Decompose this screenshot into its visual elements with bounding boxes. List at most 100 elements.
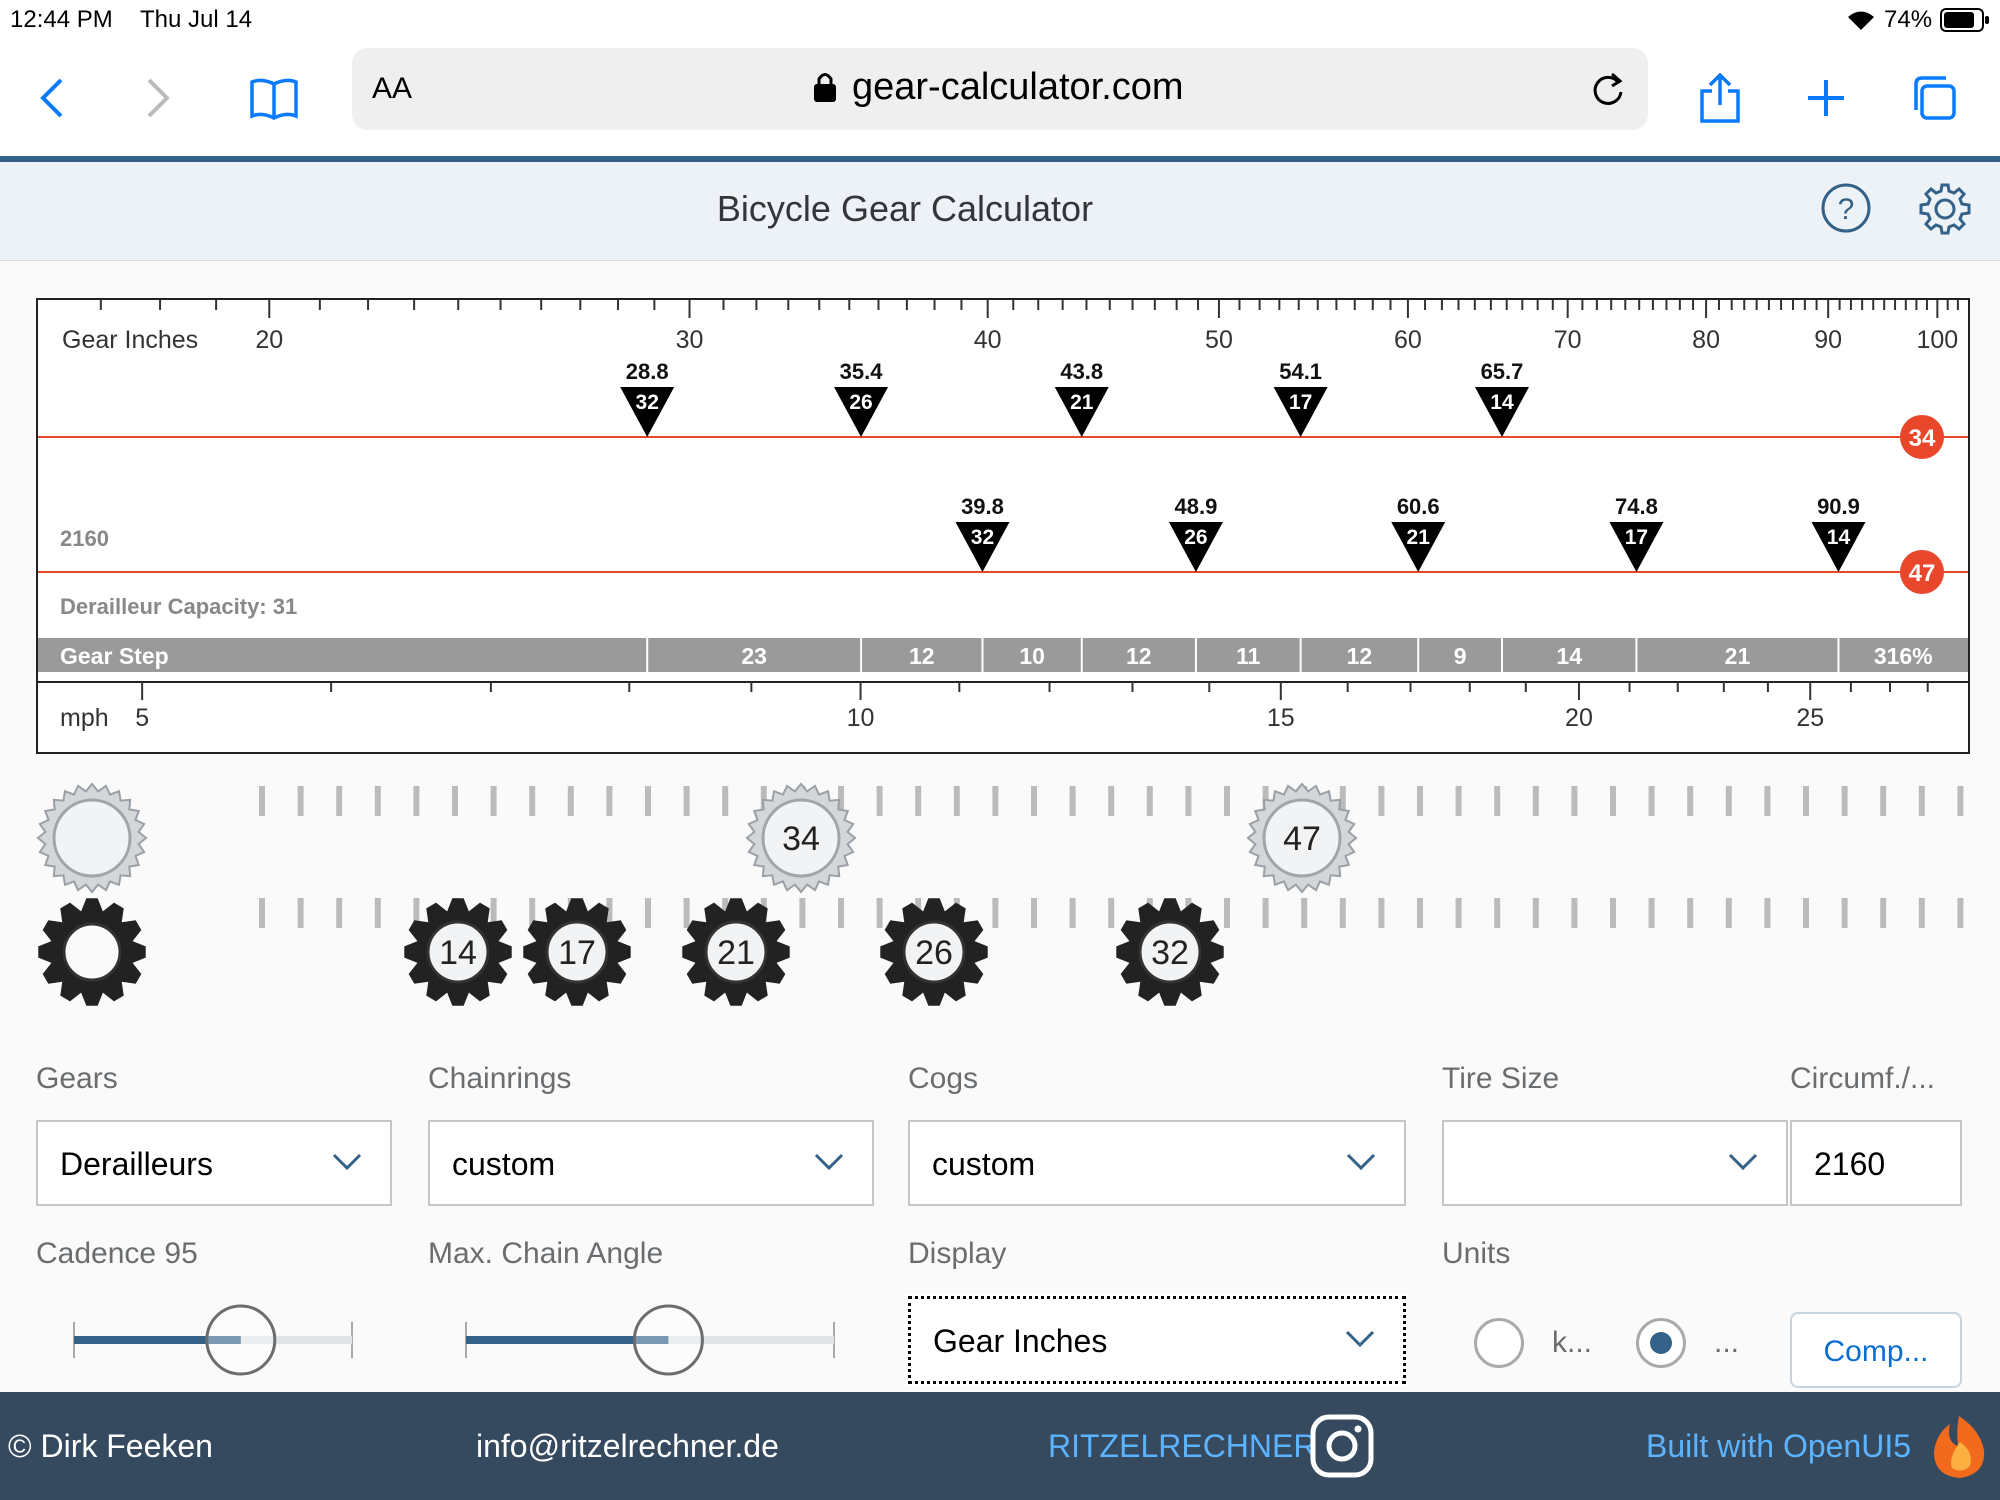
chainrings-select-value: custom: [452, 1146, 556, 1182]
chainring-track-tick: [876, 786, 883, 816]
status-date: Thu Jul 14: [140, 6, 253, 33]
footer-email-link[interactable]: info@ritzelrechner.de: [476, 1428, 779, 1465]
help-icon[interactable]: ?: [1820, 182, 1872, 234]
cog-sprocket[interactable]: 17: [523, 898, 631, 1006]
units-label: Units: [1442, 1237, 1511, 1270]
cog-track-tick: [1031, 898, 1037, 928]
slider-handle[interactable]: [205, 1304, 277, 1376]
compare-button[interactable]: Comp...: [1790, 1312, 1962, 1388]
units-radio-1[interactable]: [1474, 1318, 1524, 1368]
footer-built-with-link[interactable]: Built with OpenUI5: [1646, 1428, 1911, 1465]
cog-track-tick: [1610, 898, 1616, 928]
gear-icon[interactable]: [1918, 182, 1972, 236]
chainrings-select[interactable]: custom: [428, 1120, 874, 1206]
chevron-down-icon: [1346, 1153, 1376, 1171]
bookmarks-button[interactable]: [244, 68, 304, 128]
wifi-icon: [1848, 11, 1874, 30]
chainring-icon[interactable]: [36, 782, 148, 894]
slider-handle[interactable]: [632, 1304, 704, 1376]
gears-label: Gears: [36, 1062, 118, 1095]
gear-inches-tick-label: 40: [974, 326, 1002, 354]
gear-value-label: 60.6: [1397, 494, 1440, 519]
cadence-slider-svg[interactable]: [70, 1300, 360, 1380]
svg-text:?: ?: [1838, 193, 1855, 226]
cog-sprocket[interactable]: 21: [682, 898, 790, 1006]
cog-track-tick: [1262, 898, 1269, 928]
chainring-track-tick: [529, 786, 536, 816]
gear-marker-cog-label: 14: [1490, 391, 1514, 414]
address-bar[interactable]: AA gear-calculator.com: [352, 48, 1648, 130]
gears-select[interactable]: Derailleurs: [36, 1120, 392, 1206]
cog-icon[interactable]: [38, 898, 146, 1006]
gear-marker-cog-label: 32: [636, 391, 659, 414]
gear-value-label: 28.8: [626, 359, 669, 384]
chainring-track-tick: [1918, 786, 1925, 816]
gear-value-label: 74.8: [1615, 494, 1658, 519]
chainring-track-tick: [1532, 786, 1539, 816]
cogs-select[interactable]: custom: [908, 1120, 1406, 1206]
chainring-track[interactable]: [259, 786, 1964, 816]
cog-track-tick: [1725, 898, 1732, 928]
chainring-track-tick: [1725, 786, 1732, 816]
chainring-track-tick: [1378, 786, 1385, 816]
chevron-down-icon: [814, 1153, 844, 1171]
chevron-down-icon: [1728, 1153, 1758, 1171]
circumference-label-field: Circumf./...: [1790, 1062, 1936, 1095]
cog-track-tick: [1803, 898, 1809, 928]
gear-inches-tick-label: 60: [1394, 326, 1422, 354]
reader-aa-button[interactable]: AA: [372, 72, 412, 106]
chainring-track-tick: [1764, 786, 1771, 816]
reload-icon[interactable]: [1590, 68, 1626, 108]
chainring-track-tick: [1069, 786, 1076, 816]
instagram-icon[interactable]: [1310, 1414, 1374, 1478]
cog-sprocket-label: 14: [439, 934, 477, 972]
display-select[interactable]: Gear Inches: [906, 1294, 1408, 1386]
back-button[interactable]: [22, 68, 82, 128]
cadence-label: Cadence 95: [36, 1237, 198, 1270]
chainring-sprocket[interactable]: 34: [745, 782, 857, 894]
gear-step-bar: [38, 638, 1968, 672]
cog-track-tick: [1494, 898, 1501, 928]
cog-track[interactable]: [259, 898, 1964, 928]
chainring-track-tick: [1841, 786, 1848, 816]
app-header: Bicycle Gear Calculator ?: [0, 162, 2000, 261]
gear-marker-cog-label: 14: [1827, 526, 1851, 549]
gear-step-label: Gear Step: [60, 643, 169, 669]
book-icon: [250, 78, 298, 120]
cadence-slider[interactable]: [70, 1300, 356, 1380]
cog-sprocket[interactable]: 32: [1116, 898, 1224, 1006]
gear-marker-cog-label: 17: [1625, 526, 1648, 549]
gear-step-value: 10: [1019, 643, 1045, 669]
cog-track-tick: [1957, 898, 1964, 928]
tabs-icon: [1914, 76, 1956, 120]
footer-brand-link[interactable]: RITZELRECHNER: [1048, 1428, 1316, 1465]
cog-track-tick: [1571, 898, 1578, 928]
circumference-input[interactable]: 2160: [1790, 1120, 1962, 1206]
forward-button[interactable]: [128, 68, 188, 128]
chainring-sprocket[interactable]: 47: [1246, 782, 1358, 894]
new-tab-button[interactable]: [1796, 68, 1856, 128]
circumference-input-value: 2160: [1814, 1146, 1886, 1182]
gear-step-value: 12: [1126, 643, 1152, 669]
chainring-track-tick: [1417, 786, 1423, 816]
tabs-button[interactable]: [1904, 68, 1964, 128]
cog-sprocket[interactable]: 26: [880, 898, 988, 1006]
gear-step-value: 11: [1236, 643, 1261, 669]
chain-angle-slider[interactable]: [462, 1300, 838, 1380]
mph-tick-label: 10: [847, 704, 875, 732]
cog-sprocket-label: 17: [558, 934, 596, 972]
units-radio-2[interactable]: [1636, 1318, 1686, 1368]
cog-track-tick: [1648, 898, 1655, 928]
cog-track-tick: [1224, 898, 1230, 928]
share-button[interactable]: [1690, 68, 1750, 128]
url-text: gear-calculator.com: [852, 66, 1184, 108]
cog-track-tick: [1069, 898, 1076, 928]
cog-track-tick: [259, 898, 265, 928]
chevron-down-icon: [1345, 1330, 1375, 1348]
tire-size-select[interactable]: [1442, 1120, 1788, 1206]
chain-angle-slider-svg[interactable]: [462, 1300, 842, 1380]
gear-marker-cog-label: 21: [1407, 526, 1431, 549]
gear-step-value: 12: [1347, 643, 1373, 669]
display-select-value: Gear Inches: [933, 1323, 1108, 1359]
cog-sprocket-label: 26: [915, 934, 953, 972]
